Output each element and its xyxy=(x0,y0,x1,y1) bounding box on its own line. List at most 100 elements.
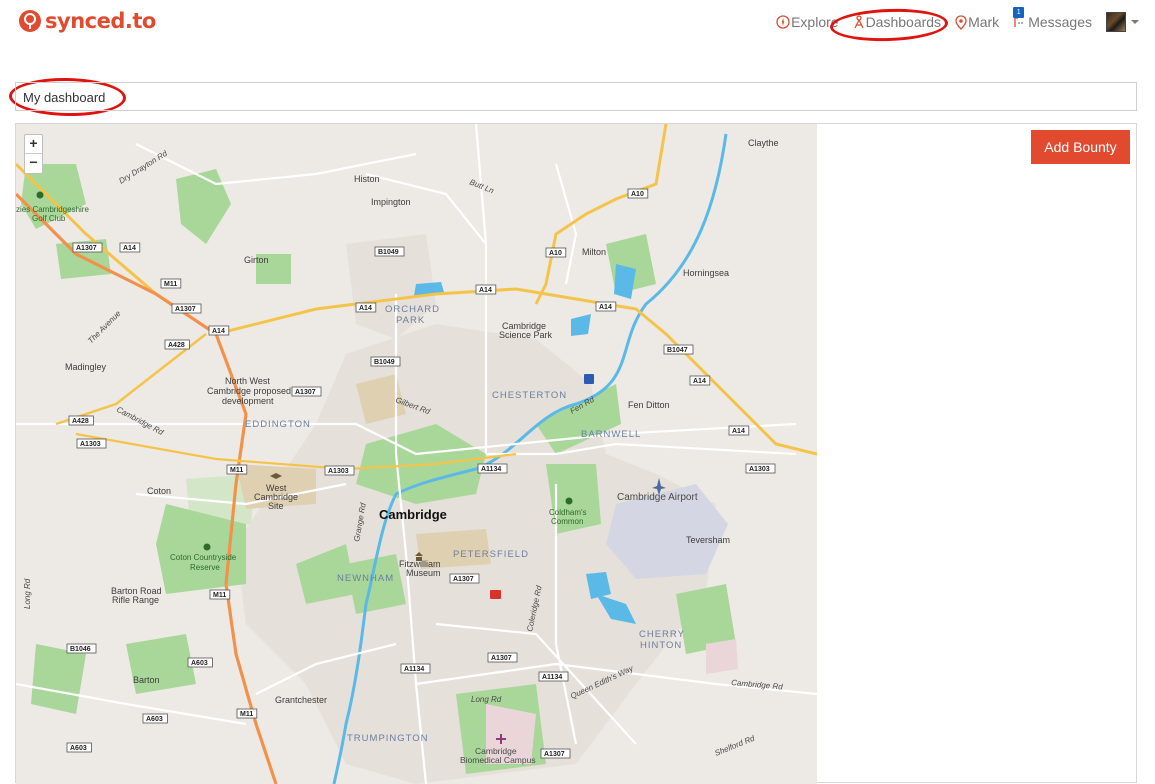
label-fitzwilliam-2: Museum xyxy=(406,568,441,578)
label-teversham: Teversham xyxy=(686,535,730,545)
road-shield-label: A1134 xyxy=(542,674,562,681)
road-shield: A1307 xyxy=(540,748,571,759)
label-barton-range-2: Rifle Range xyxy=(112,595,159,605)
label-claythe: Claythe xyxy=(748,138,779,148)
nav-mark[interactable]: Mark xyxy=(955,14,999,30)
road-shield: A1303 xyxy=(76,438,107,449)
nav-dashboards-label: Dashboards xyxy=(865,14,942,30)
road-shield: A1307 xyxy=(487,652,518,663)
label-airport: Cambridge Airport xyxy=(617,492,698,503)
road-shield-label: A1303 xyxy=(80,441,101,448)
road-shield: A10 xyxy=(545,247,567,258)
road-shield: B1049 xyxy=(374,246,405,257)
label-chesterton: CHESTERTON xyxy=(492,390,567,401)
road-shield: A14 xyxy=(475,284,497,295)
road-shield-label: B1046 xyxy=(70,646,91,653)
road-shield-label: A1134 xyxy=(481,466,501,473)
avatar xyxy=(1106,12,1126,32)
add-bounty-button[interactable]: Add Bounty xyxy=(1031,130,1130,164)
road-shield: A1307 xyxy=(171,303,202,314)
label-nw-cambridge-1: North West xyxy=(225,376,270,386)
road-shield-label: A1307 xyxy=(544,751,565,758)
label-long-rd-w: Long Rd xyxy=(23,578,32,609)
zoom-in-button[interactable]: + xyxy=(25,135,42,154)
road-shield-label: A1303 xyxy=(749,466,770,473)
label-coton-reserve-1: Coton Countryside xyxy=(170,553,237,562)
label-golf-1: zies Cambridgeshire xyxy=(16,205,89,214)
nav-dashboards[interactable]: Dashboards xyxy=(853,14,942,30)
map-pin-icon xyxy=(955,14,967,30)
road-shield-label: A14 xyxy=(212,328,225,335)
label-coton: Coton xyxy=(147,486,171,496)
explore-icon xyxy=(776,15,790,29)
road-shield: B1046 xyxy=(66,643,97,654)
label-coldhams-1: Coldham's xyxy=(549,508,587,517)
nav-explore[interactable]: Explore xyxy=(776,14,839,30)
road-shield: B1049 xyxy=(370,356,401,367)
label-nw-cambridge-3: development xyxy=(222,396,274,406)
label-the-avenue: The Avenue xyxy=(86,308,123,345)
nav-messages-label: Messages xyxy=(1028,14,1092,30)
dashboard-panel: Histon Impington Girton Milton Horningse… xyxy=(15,123,1137,784)
nav-messages[interactable]: 1 Messages xyxy=(1013,7,1092,30)
label-horningsea: Horningsea xyxy=(683,268,729,278)
road-shield-label: A1303 xyxy=(328,468,349,475)
label-cherry-hinton-1: CHERRY xyxy=(639,629,685,640)
road-shield: A1307 xyxy=(449,573,480,584)
label-trumpington: TRUMPINGTON xyxy=(347,733,429,744)
label-petersfield: PETERSFIELD xyxy=(453,549,529,560)
dashboard-title-field[interactable]: My dashboard xyxy=(15,82,1137,111)
road-shield-label: A14 xyxy=(693,378,706,385)
road-shield-label: A428 xyxy=(168,342,185,349)
label-coldhams-2: Common xyxy=(551,517,583,526)
dashboards-icon xyxy=(853,15,864,29)
zoom-controls: + − xyxy=(24,134,43,174)
map-view[interactable]: Histon Impington Girton Milton Horningse… xyxy=(16,124,817,784)
user-menu[interactable] xyxy=(1106,12,1139,32)
road-shield: A603 xyxy=(142,713,168,724)
road-shield-label: A14 xyxy=(359,305,372,312)
road-shield: A1307 xyxy=(291,386,322,397)
road-shield-label: A428 xyxy=(72,418,89,425)
road-shield: A1303 xyxy=(745,463,776,474)
road-shield-label: B1049 xyxy=(374,359,395,366)
label-cambridge-rd: Cambridge Rd xyxy=(115,405,165,437)
rail-icon xyxy=(490,590,501,599)
road-shield: A14 xyxy=(208,325,230,336)
label-histon: Histon xyxy=(354,174,380,184)
label-dry-drayton-rd: Dry Drayton Rd xyxy=(117,149,169,186)
road-shield: A603 xyxy=(187,657,213,668)
station-icon xyxy=(584,374,594,384)
label-nw-cambridge-2: Cambridge proposed xyxy=(207,386,291,396)
nav-mark-label: Mark xyxy=(968,14,1000,30)
messages-badge: 1 xyxy=(1013,7,1025,18)
park-icon-coton xyxy=(203,543,211,551)
park-icon-golf xyxy=(36,191,44,199)
road-shield: A14 xyxy=(728,425,750,436)
label-shelford-rd: Shelford Rd xyxy=(713,733,756,757)
road-shield-label: M11 xyxy=(240,711,253,718)
map-canvas: Histon Impington Girton Milton Horningse… xyxy=(16,124,817,784)
road-shield-label: B1047 xyxy=(667,347,688,354)
top-navbar: synced.to Explore Dashboards Mark 1 Mess… xyxy=(0,0,1155,50)
road-shield-label: M11 xyxy=(213,592,226,599)
road-shield-label: A1134 xyxy=(404,666,424,673)
road-shield: A10 xyxy=(627,188,649,199)
label-cambridge-rd-e: Cambridge Rd xyxy=(731,678,784,692)
road-shield-label: A14 xyxy=(732,428,745,435)
road-shield: A14 xyxy=(119,242,141,253)
label-orchard-park-2: PARK xyxy=(396,315,425,326)
label-west-site-3: Site xyxy=(268,501,284,511)
label-girton: Girton xyxy=(244,255,269,265)
road-shield-label: A603 xyxy=(146,716,163,723)
road-shield-label: A14 xyxy=(599,304,612,311)
road-shield-label: A1307 xyxy=(491,655,512,662)
zoom-out-button[interactable]: − xyxy=(25,154,42,173)
road-shield-label: A1307 xyxy=(76,245,97,252)
brand-logo[interactable]: synced.to xyxy=(18,9,156,33)
label-coton-reserve-2: Reserve xyxy=(190,563,220,572)
road-shield-label: A603 xyxy=(191,660,208,667)
road-shield: A603 xyxy=(66,742,92,753)
label-newnham: NEWNHAM xyxy=(337,573,394,584)
label-madingley: Madingley xyxy=(65,362,107,372)
